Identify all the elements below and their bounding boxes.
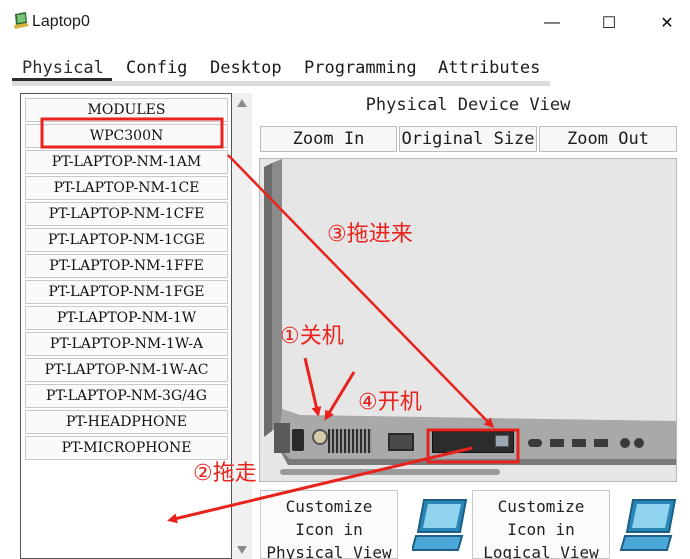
module-port-icon	[495, 435, 509, 447]
modules-list: MODULES WPC300N PT-LAPTOP-NM-1AM PT-LAPT…	[20, 93, 232, 559]
module-item[interactable]: PT-LAPTOP-NM-1W-AC	[25, 358, 228, 382]
module-item[interactable]: PT-LAPTOP-NM-1W-A	[25, 332, 228, 356]
customize-logical-line2: Icon in	[507, 520, 575, 539]
scroll-down-icon[interactable]	[237, 546, 247, 554]
modules-header: MODULES	[25, 98, 228, 122]
window-title: Laptop0	[32, 13, 90, 30]
module-item[interactable]: PT-LAPTOP-NM-3G/4G	[25, 384, 228, 408]
close-button[interactable]: ✕	[644, 6, 690, 40]
headphone-port-icon	[634, 438, 644, 448]
module-slot[interactable]	[432, 431, 514, 453]
module-item[interactable]: PT-LAPTOP-NM-1CE	[25, 176, 228, 200]
audio-port-icon	[528, 439, 542, 447]
tab-strip-divider	[12, 81, 550, 86]
power-button[interactable]	[312, 429, 328, 445]
close-icon: ✕	[660, 15, 674, 32]
annotation-step1: ①关机	[280, 324, 344, 349]
maximize-icon: ☐	[601, 15, 617, 32]
annotation-step3: ③拖进来	[327, 222, 413, 247]
title-bar: Laptop0 — ☐ ✕	[0, 0, 690, 46]
usb-port-icon	[594, 439, 608, 447]
module-item[interactable]: PT-LAPTOP-NM-1CFE	[25, 202, 228, 226]
module-item[interactable]: PT-LAPTOP-NM-1CGE	[25, 228, 228, 252]
view-horizontal-scrollbar[interactable]	[280, 469, 500, 475]
customize-logical-icon-button[interactable]: Customize Icon in Logical View	[472, 490, 610, 559]
module-item[interactable]: PT-LAPTOP-NM-1W	[25, 306, 228, 330]
usb-port-icon	[550, 439, 564, 447]
minimize-button[interactable]: —	[529, 6, 575, 40]
customize-logical-line3: Logical View	[483, 543, 599, 559]
tab-physical[interactable]: Physical	[22, 58, 104, 78]
vent-grille	[328, 429, 372, 453]
tab-programming[interactable]: Programming	[304, 58, 417, 78]
customize-physical-line1: Customize	[285, 497, 373, 516]
module-item[interactable]: PT-HEADPHONE	[25, 410, 228, 434]
module-item[interactable]: PT-LAPTOP-NM-1FGE	[25, 280, 228, 304]
annotation-step4: ④开机	[358, 390, 422, 415]
microphone-port-icon	[620, 438, 630, 448]
tab-config[interactable]: Config	[126, 58, 187, 78]
zoom-out-button[interactable]: Zoom Out	[539, 126, 677, 152]
customize-physical-line3: Physical View	[266, 543, 392, 559]
customize-physical-icon-button[interactable]: Customize Icon in Physical View	[260, 490, 398, 559]
laptop-icon	[412, 499, 468, 551]
module-item[interactable]: PT-LAPTOP-NM-1FFE	[25, 254, 228, 278]
original-size-button[interactable]: Original Size	[399, 126, 537, 152]
scroll-up-icon[interactable]	[237, 99, 247, 107]
customize-physical-line2: Icon in	[295, 520, 363, 539]
customize-logical-line1: Customize	[497, 497, 585, 516]
physical-device-view-title: Physical Device View	[365, 95, 571, 115]
module-item[interactable]: WPC300N	[25, 124, 228, 148]
laptop-icon	[620, 499, 677, 551]
active-tab-indicator	[12, 78, 112, 81]
annotation-step2: ②拖走	[193, 461, 257, 486]
maximize-button[interactable]: ☐	[586, 6, 632, 40]
minimize-icon: —	[544, 14, 560, 31]
ethernet-port-icon	[388, 433, 414, 451]
module-item[interactable]: PT-LAPTOP-NM-1AM	[25, 150, 228, 174]
tab-attributes[interactable]: Attributes	[438, 58, 540, 78]
zoom-in-button[interactable]: Zoom In	[260, 126, 397, 152]
laptop-app-icon	[14, 12, 29, 29]
tab-desktop[interactable]: Desktop	[210, 58, 282, 78]
power-port-icon	[292, 429, 304, 451]
usb-port-icon	[572, 439, 586, 447]
modules-scrollbar[interactable]	[232, 93, 252, 559]
